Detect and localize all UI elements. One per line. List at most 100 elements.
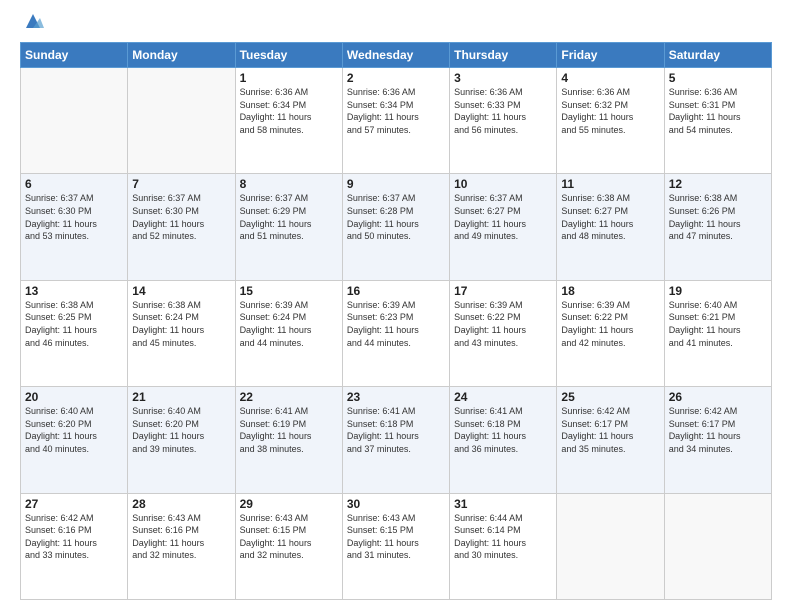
- day-number: 16: [347, 284, 445, 298]
- day-info: Sunrise: 6:37 AM Sunset: 6:27 PM Dayligh…: [454, 192, 552, 242]
- day-number: 12: [669, 177, 767, 191]
- day-info: Sunrise: 6:36 AM Sunset: 6:34 PM Dayligh…: [240, 86, 338, 136]
- calendar-cell: [557, 493, 664, 599]
- day-number: 22: [240, 390, 338, 404]
- day-info: Sunrise: 6:36 AM Sunset: 6:32 PM Dayligh…: [561, 86, 659, 136]
- calendar-cell: 13Sunrise: 6:38 AM Sunset: 6:25 PM Dayli…: [21, 280, 128, 386]
- day-info: Sunrise: 6:37 AM Sunset: 6:29 PM Dayligh…: [240, 192, 338, 242]
- day-number: 9: [347, 177, 445, 191]
- day-info: Sunrise: 6:37 AM Sunset: 6:28 PM Dayligh…: [347, 192, 445, 242]
- day-info: Sunrise: 6:36 AM Sunset: 6:31 PM Dayligh…: [669, 86, 767, 136]
- calendar-cell: 17Sunrise: 6:39 AM Sunset: 6:22 PM Dayli…: [450, 280, 557, 386]
- calendar-table: SundayMondayTuesdayWednesdayThursdayFrid…: [20, 42, 772, 600]
- calendar-cell: 8Sunrise: 6:37 AM Sunset: 6:29 PM Daylig…: [235, 174, 342, 280]
- calendar-cell: 9Sunrise: 6:37 AM Sunset: 6:28 PM Daylig…: [342, 174, 449, 280]
- day-number: 25: [561, 390, 659, 404]
- day-number: 5: [669, 71, 767, 85]
- weekday-header-friday: Friday: [557, 43, 664, 68]
- weekday-header-saturday: Saturday: [664, 43, 771, 68]
- calendar-cell: 19Sunrise: 6:40 AM Sunset: 6:21 PM Dayli…: [664, 280, 771, 386]
- calendar-cell: [664, 493, 771, 599]
- day-number: 2: [347, 71, 445, 85]
- day-number: 11: [561, 177, 659, 191]
- day-number: 29: [240, 497, 338, 511]
- day-info: Sunrise: 6:44 AM Sunset: 6:14 PM Dayligh…: [454, 512, 552, 562]
- day-number: 14: [132, 284, 230, 298]
- calendar-week-row: 27Sunrise: 6:42 AM Sunset: 6:16 PM Dayli…: [21, 493, 772, 599]
- day-info: Sunrise: 6:41 AM Sunset: 6:18 PM Dayligh…: [454, 405, 552, 455]
- day-number: 8: [240, 177, 338, 191]
- day-number: 3: [454, 71, 552, 85]
- weekday-header-thursday: Thursday: [450, 43, 557, 68]
- logo-icon: [22, 10, 44, 32]
- calendar-cell: 22Sunrise: 6:41 AM Sunset: 6:19 PM Dayli…: [235, 387, 342, 493]
- day-info: Sunrise: 6:38 AM Sunset: 6:25 PM Dayligh…: [25, 299, 123, 349]
- calendar-cell: 29Sunrise: 6:43 AM Sunset: 6:15 PM Dayli…: [235, 493, 342, 599]
- calendar-cell: 20Sunrise: 6:40 AM Sunset: 6:20 PM Dayli…: [21, 387, 128, 493]
- day-info: Sunrise: 6:38 AM Sunset: 6:27 PM Dayligh…: [561, 192, 659, 242]
- day-info: Sunrise: 6:40 AM Sunset: 6:21 PM Dayligh…: [669, 299, 767, 349]
- day-number: 7: [132, 177, 230, 191]
- day-info: Sunrise: 6:39 AM Sunset: 6:23 PM Dayligh…: [347, 299, 445, 349]
- calendar-cell: 25Sunrise: 6:42 AM Sunset: 6:17 PM Dayli…: [557, 387, 664, 493]
- day-number: 19: [669, 284, 767, 298]
- calendar-cell: 5Sunrise: 6:36 AM Sunset: 6:31 PM Daylig…: [664, 68, 771, 174]
- weekday-header-wednesday: Wednesday: [342, 43, 449, 68]
- calendar-cell: 24Sunrise: 6:41 AM Sunset: 6:18 PM Dayli…: [450, 387, 557, 493]
- day-number: 17: [454, 284, 552, 298]
- day-info: Sunrise: 6:43 AM Sunset: 6:15 PM Dayligh…: [240, 512, 338, 562]
- day-info: Sunrise: 6:38 AM Sunset: 6:26 PM Dayligh…: [669, 192, 767, 242]
- day-info: Sunrise: 6:41 AM Sunset: 6:18 PM Dayligh…: [347, 405, 445, 455]
- day-number: 21: [132, 390, 230, 404]
- day-number: 23: [347, 390, 445, 404]
- header: [20, 18, 772, 32]
- day-number: 13: [25, 284, 123, 298]
- calendar-cell: 1Sunrise: 6:36 AM Sunset: 6:34 PM Daylig…: [235, 68, 342, 174]
- calendar-cell: [21, 68, 128, 174]
- day-info: Sunrise: 6:42 AM Sunset: 6:17 PM Dayligh…: [561, 405, 659, 455]
- day-info: Sunrise: 6:40 AM Sunset: 6:20 PM Dayligh…: [25, 405, 123, 455]
- day-number: 26: [669, 390, 767, 404]
- calendar-cell: 16Sunrise: 6:39 AM Sunset: 6:23 PM Dayli…: [342, 280, 449, 386]
- calendar-cell: 31Sunrise: 6:44 AM Sunset: 6:14 PM Dayli…: [450, 493, 557, 599]
- day-number: 31: [454, 497, 552, 511]
- page: SundayMondayTuesdayWednesdayThursdayFrid…: [0, 0, 792, 612]
- weekday-header-tuesday: Tuesday: [235, 43, 342, 68]
- day-info: Sunrise: 6:42 AM Sunset: 6:16 PM Dayligh…: [25, 512, 123, 562]
- calendar-cell: 26Sunrise: 6:42 AM Sunset: 6:17 PM Dayli…: [664, 387, 771, 493]
- logo: [20, 18, 44, 32]
- calendar-cell: 18Sunrise: 6:39 AM Sunset: 6:22 PM Dayli…: [557, 280, 664, 386]
- day-number: 30: [347, 497, 445, 511]
- calendar-cell: 14Sunrise: 6:38 AM Sunset: 6:24 PM Dayli…: [128, 280, 235, 386]
- calendar-cell: 30Sunrise: 6:43 AM Sunset: 6:15 PM Dayli…: [342, 493, 449, 599]
- day-info: Sunrise: 6:40 AM Sunset: 6:20 PM Dayligh…: [132, 405, 230, 455]
- day-info: Sunrise: 6:41 AM Sunset: 6:19 PM Dayligh…: [240, 405, 338, 455]
- day-info: Sunrise: 6:39 AM Sunset: 6:22 PM Dayligh…: [561, 299, 659, 349]
- calendar-week-row: 6Sunrise: 6:37 AM Sunset: 6:30 PM Daylig…: [21, 174, 772, 280]
- day-info: Sunrise: 6:37 AM Sunset: 6:30 PM Dayligh…: [132, 192, 230, 242]
- day-info: Sunrise: 6:38 AM Sunset: 6:24 PM Dayligh…: [132, 299, 230, 349]
- day-info: Sunrise: 6:43 AM Sunset: 6:15 PM Dayligh…: [347, 512, 445, 562]
- day-info: Sunrise: 6:39 AM Sunset: 6:22 PM Dayligh…: [454, 299, 552, 349]
- day-number: 20: [25, 390, 123, 404]
- calendar-week-row: 13Sunrise: 6:38 AM Sunset: 6:25 PM Dayli…: [21, 280, 772, 386]
- calendar-cell: 12Sunrise: 6:38 AM Sunset: 6:26 PM Dayli…: [664, 174, 771, 280]
- calendar-cell: [128, 68, 235, 174]
- day-number: 18: [561, 284, 659, 298]
- calendar-cell: 7Sunrise: 6:37 AM Sunset: 6:30 PM Daylig…: [128, 174, 235, 280]
- calendar-cell: 3Sunrise: 6:36 AM Sunset: 6:33 PM Daylig…: [450, 68, 557, 174]
- weekday-header-monday: Monday: [128, 43, 235, 68]
- calendar-cell: 11Sunrise: 6:38 AM Sunset: 6:27 PM Dayli…: [557, 174, 664, 280]
- day-number: 27: [25, 497, 123, 511]
- calendar-cell: 2Sunrise: 6:36 AM Sunset: 6:34 PM Daylig…: [342, 68, 449, 174]
- calendar-cell: 10Sunrise: 6:37 AM Sunset: 6:27 PM Dayli…: [450, 174, 557, 280]
- day-number: 10: [454, 177, 552, 191]
- day-number: 15: [240, 284, 338, 298]
- day-info: Sunrise: 6:43 AM Sunset: 6:16 PM Dayligh…: [132, 512, 230, 562]
- calendar-cell: 23Sunrise: 6:41 AM Sunset: 6:18 PM Dayli…: [342, 387, 449, 493]
- calendar-cell: 28Sunrise: 6:43 AM Sunset: 6:16 PM Dayli…: [128, 493, 235, 599]
- calendar-cell: 21Sunrise: 6:40 AM Sunset: 6:20 PM Dayli…: [128, 387, 235, 493]
- day-info: Sunrise: 6:42 AM Sunset: 6:17 PM Dayligh…: [669, 405, 767, 455]
- day-number: 24: [454, 390, 552, 404]
- calendar-cell: 4Sunrise: 6:36 AM Sunset: 6:32 PM Daylig…: [557, 68, 664, 174]
